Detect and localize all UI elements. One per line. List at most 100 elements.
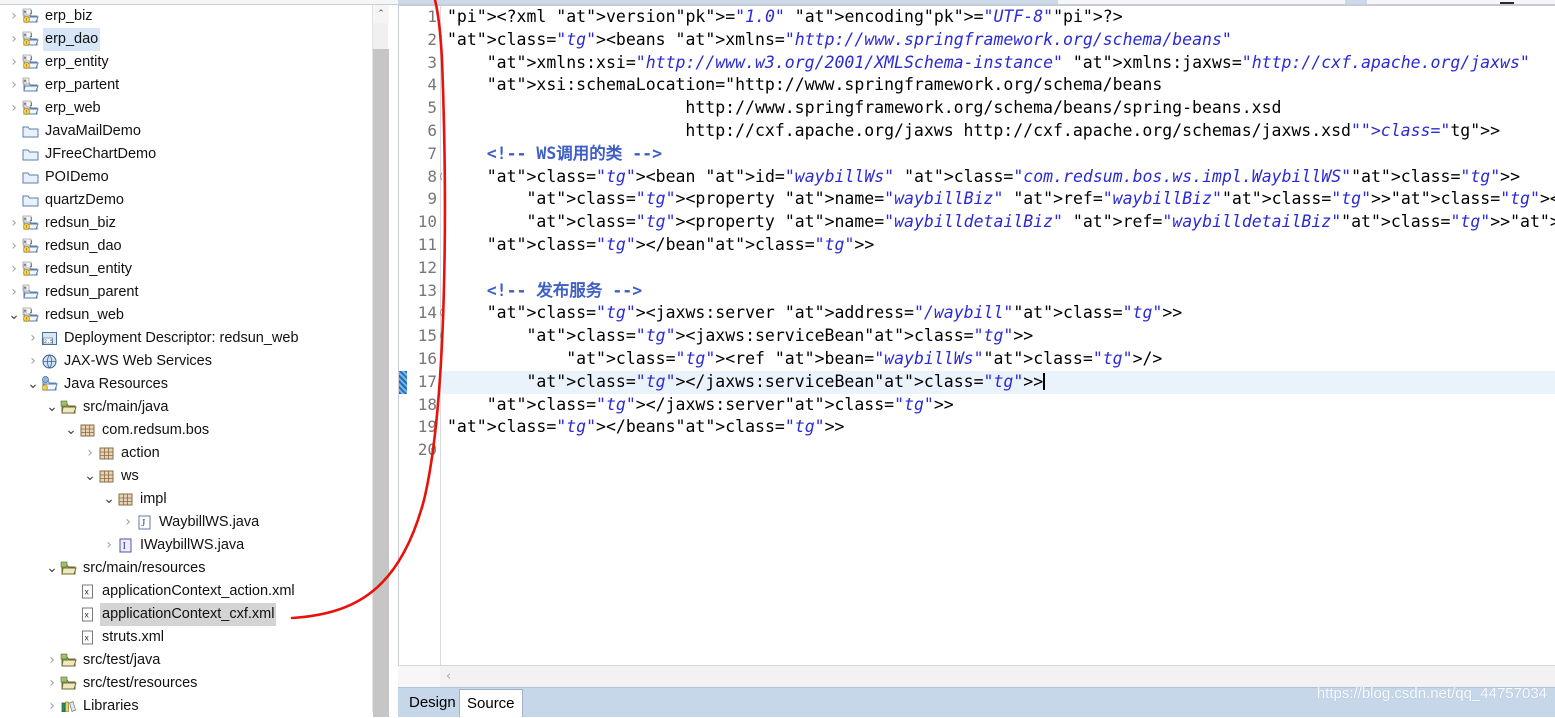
code-line-16[interactable]: "at">class="tg"><ref "at">bean="waybillW… <box>442 348 1555 371</box>
code-line-2[interactable]: "at">class="tg"><beans "at">xmlns="http:… <box>442 29 1555 52</box>
tree-item-impl[interactable]: ⌄ impl <box>0 488 372 511</box>
tree-item-poidemo[interactable]: POIDemo <box>0 166 372 189</box>
sash-divider[interactable] <box>389 5 398 712</box>
line-number-17: 17 <box>399 370 440 394</box>
chevron-down-icon[interactable]: ⌄ <box>82 468 98 485</box>
code-line-11[interactable]: "at">class="tg"></bean"at">class="tg">> <box>442 234 1555 257</box>
tree-item-iwaybillws-java[interactable]: › I IWaybillWS.java <box>0 534 372 557</box>
code-line-5[interactable]: http://www.springframework.org/schema/be… <box>442 97 1555 120</box>
chevron-right-icon[interactable]: › <box>6 28 22 51</box>
code-line-15[interactable]: "at">class="tg"><jaxws:serviceBean"at">c… <box>442 325 1555 348</box>
tree-item-erp-dao[interactable]: › M J ! erp_dao <box>0 28 372 51</box>
code-line-12[interactable] <box>442 257 1555 280</box>
chevron-right-icon[interactable]: › <box>6 74 22 97</box>
chevron-right-icon[interactable]: › <box>82 442 98 465</box>
code-line-7[interactable]: <!-- WS调用的类 --> <box>442 143 1555 166</box>
tree-item-action[interactable]: › action <box>0 442 372 465</box>
scroll-up-arrow-icon[interactable]: ⌃ <box>373 5 389 23</box>
project-explorer-tree[interactable]: › M J ! erp_biz › M J ! erp_dao › M J ! … <box>0 5 372 712</box>
tree-item-deployment-descriptor-redsun-web[interactable]: › 2.5 Deployment Descriptor: redsun_web <box>0 327 372 350</box>
chevron-down-icon[interactable]: ⌄ <box>101 491 117 508</box>
folder-icon <box>22 169 39 186</box>
chevron-down-icon[interactable]: ⌄ <box>25 376 41 393</box>
code-line-17[interactable]: "at">class="tg"></jaxws:serviceBean"at">… <box>442 370 1555 394</box>
maven-java-project-icon: M J ! <box>22 8 39 25</box>
code-line-9[interactable]: "at">class="tg"><property "at">name="way… <box>442 188 1555 211</box>
tree-item-applicationcontext-action-xml[interactable]: x applicationContext_action.xml <box>0 580 372 603</box>
tree-item-label: src/test/resources <box>83 675 198 691</box>
chevron-down-icon[interactable]: ⌄ <box>44 560 60 577</box>
tree-item-applicationcontext-cxf-xml[interactable]: x applicationContext_cxf.xml <box>0 603 372 626</box>
tree-item-quartzdemo[interactable]: quartzDemo <box>0 189 372 212</box>
tree-item-com-redsum-bos[interactable]: ⌄ com.redsum.bos <box>0 419 372 442</box>
chevron-right-icon[interactable]: › <box>120 511 136 534</box>
tree-item-libraries[interactable]: › Libraries <box>0 695 372 712</box>
code-line-3[interactable]: "at">xmlns:xsi="http://www.w3.org/2001/X… <box>442 52 1555 75</box>
explorer-vertical-scrollbar[interactable]: ⌃ <box>372 5 389 717</box>
chevron-right-icon[interactable]: › <box>6 51 22 74</box>
chevron-right-icon[interactable]: › <box>6 97 22 120</box>
tree-item-ws[interactable]: ⌄ ws <box>0 465 372 488</box>
tree-item-java-resources[interactable]: ⌄ Java Resources <box>0 373 372 396</box>
chevron-right-icon[interactable]: › <box>6 5 22 28</box>
editor-horizontal-scrollbar[interactable]: ‹ <box>398 665 1555 688</box>
maven-java-project-icon: M J ! <box>22 100 39 117</box>
code-line-20[interactable] <box>442 439 1555 462</box>
line-number-label: 10 <box>417 212 437 232</box>
tree-item-redsun-entity[interactable]: › M J ! redsun_entity <box>0 258 372 281</box>
line-number-3: 3 <box>399 52 440 75</box>
code-line-8[interactable]: "at">class="tg"><bean "at">id="waybillWs… <box>442 166 1555 189</box>
chevron-right-icon[interactable]: › <box>101 534 117 557</box>
svg-text:M J: M J <box>24 217 33 223</box>
tab-design[interactable]: Design <box>402 689 463 717</box>
svg-text:M J: M J <box>24 102 33 108</box>
tree-item-redsun-web[interactable]: ⌄ M J ! redsun_web <box>0 304 372 327</box>
tree-item-erp-partent[interactable]: › M erp_partent <box>0 74 372 97</box>
chevron-down-icon[interactable]: ⌄ <box>6 307 22 324</box>
tree-item-src-test-resources[interactable]: › src/test/resources <box>0 672 372 695</box>
chevron-right-icon[interactable]: › <box>25 350 41 373</box>
tree-item-redsun-dao[interactable]: › M J ! redsun_dao <box>0 235 372 258</box>
code-line-14[interactable]: "at">class="tg"><jaxws:server "at">addre… <box>442 302 1555 325</box>
line-number-label: 12 <box>417 257 437 277</box>
code-line-18[interactable]: "at">class="tg"></jaxws:server"at">class… <box>442 394 1555 417</box>
tree-item-erp-biz[interactable]: › M J ! erp_biz <box>0 5 372 28</box>
xml-file-icon: x <box>79 606 96 623</box>
tree-item-src-main-resources[interactable]: ⌄ src/main/resources <box>0 557 372 580</box>
chevron-right-icon[interactable]: › <box>25 327 41 350</box>
chevron-right-icon[interactable]: › <box>44 649 60 672</box>
tree-item-jfreechartdemo[interactable]: JFreeChartDemo <box>0 143 372 166</box>
scroll-left-arrow-icon[interactable]: ‹ <box>446 666 451 688</box>
tree-item-redsun-parent[interactable]: › M redsun_parent <box>0 281 372 304</box>
tree-item-redsun-biz[interactable]: › M J ! redsun_biz <box>0 212 372 235</box>
xml-editor-area[interactable]: 1 2 3 4 5 6 7 8 9 10 11 12 13 14 15 16 17 18 19 20 "pi"><?x… <box>398 5 1555 717</box>
tree-item-erp-web[interactable]: › M J ! erp_web <box>0 97 372 120</box>
tree-item-src-test-java[interactable]: › src/test/java <box>0 649 372 672</box>
tree-item-waybillws-java[interactable]: › J WaybillWS.java <box>0 511 372 534</box>
chevron-right-icon[interactable]: › <box>6 212 22 235</box>
svg-text:J: J <box>141 518 145 529</box>
tree-item-jax-ws-web-services[interactable]: › JAX-WS Web Services <box>0 350 372 373</box>
tree-item-struts-xml[interactable]: x struts.xml <box>0 626 372 649</box>
chevron-right-icon[interactable]: › <box>44 695 60 712</box>
code-line-6[interactable]: http://cxf.apache.org/jaxws http://cxf.a… <box>442 120 1555 143</box>
chevron-right-icon[interactable]: › <box>6 281 22 304</box>
code-line-1[interactable]: "pi"><?xml "at">version"pk">="1.0" "at">… <box>442 6 1555 29</box>
line-number-label: 5 <box>427 98 437 118</box>
tab-source[interactable]: Source <box>459 689 523 717</box>
code-line-13[interactable]: <!-- 发布服务 --> <box>442 280 1555 303</box>
code-line-19[interactable]: "at">class="tg"></beans"at">class="tg">> <box>442 416 1555 439</box>
chevron-right-icon[interactable]: › <box>6 258 22 281</box>
tree-item-javamaildemo[interactable]: JavaMailDemo <box>0 120 372 143</box>
tree-item-erp-entity[interactable]: › M J ! erp_entity <box>0 51 372 74</box>
chevron-down-icon[interactable]: ⌄ <box>63 422 79 439</box>
code-line-10[interactable]: "at">class="tg"><property "at">name="way… <box>442 211 1555 234</box>
scrollbar-thumb[interactable] <box>373 49 389 717</box>
code-line-4[interactable]: "at">xsi:schemaLocation="http://www.spri… <box>442 74 1555 97</box>
chevron-right-icon[interactable]: › <box>44 672 60 695</box>
chevron-right-icon[interactable]: › <box>6 235 22 258</box>
source-code-view[interactable]: "pi"><?xml "at">version"pk">="1.0" "at">… <box>442 6 1555 666</box>
chevron-down-icon[interactable]: ⌄ <box>44 399 60 416</box>
tree-item-label: redsun_biz <box>45 215 116 231</box>
tree-item-src-main-java[interactable]: ⌄ src/main/java <box>0 396 372 419</box>
